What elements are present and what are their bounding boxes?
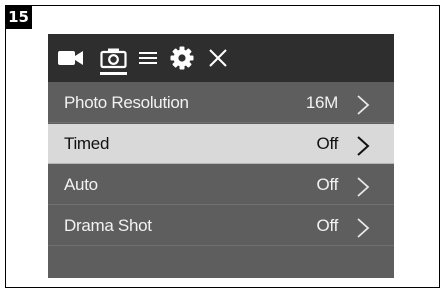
menu-item-value: Off — [316, 216, 339, 235]
chevron-right-icon — [357, 136, 370, 156]
chevron-right-icon — [357, 218, 370, 238]
chevron-right-icon — [357, 95, 370, 115]
menu-item-value: 16M — [305, 93, 338, 112]
video-camera-icon[interactable] — [56, 34, 86, 82]
mode-toolbar — [48, 34, 394, 82]
menu-item-timed[interactable]: Timed Off — [48, 124, 394, 164]
step-number-badge: 15 — [5, 5, 32, 29]
close-icon[interactable] — [205, 34, 231, 82]
menu-item-value: Off — [316, 134, 339, 153]
menu-item-label: Timed — [64, 134, 110, 153]
menu-item-label: Auto — [64, 175, 98, 194]
menu-item-drama-shot[interactable]: Drama Shot Off — [48, 206, 394, 246]
active-mode-indicator — [100, 72, 127, 75]
chevron-right-icon — [357, 177, 370, 197]
menu-item-photo-resolution[interactable]: Photo Resolution 16M — [48, 83, 394, 123]
menu-list-icon[interactable] — [137, 34, 159, 82]
menu-item-label: Drama Shot — [64, 216, 152, 235]
menu-item-label: Photo Resolution — [64, 93, 189, 112]
menu-item-value: Off — [316, 175, 339, 194]
menu-item-auto[interactable]: Auto Off — [48, 165, 394, 205]
camera-screen: Photo Resolution 16M Timed Off Auto Off … — [48, 34, 394, 278]
settings-gear-icon[interactable] — [167, 34, 197, 82]
